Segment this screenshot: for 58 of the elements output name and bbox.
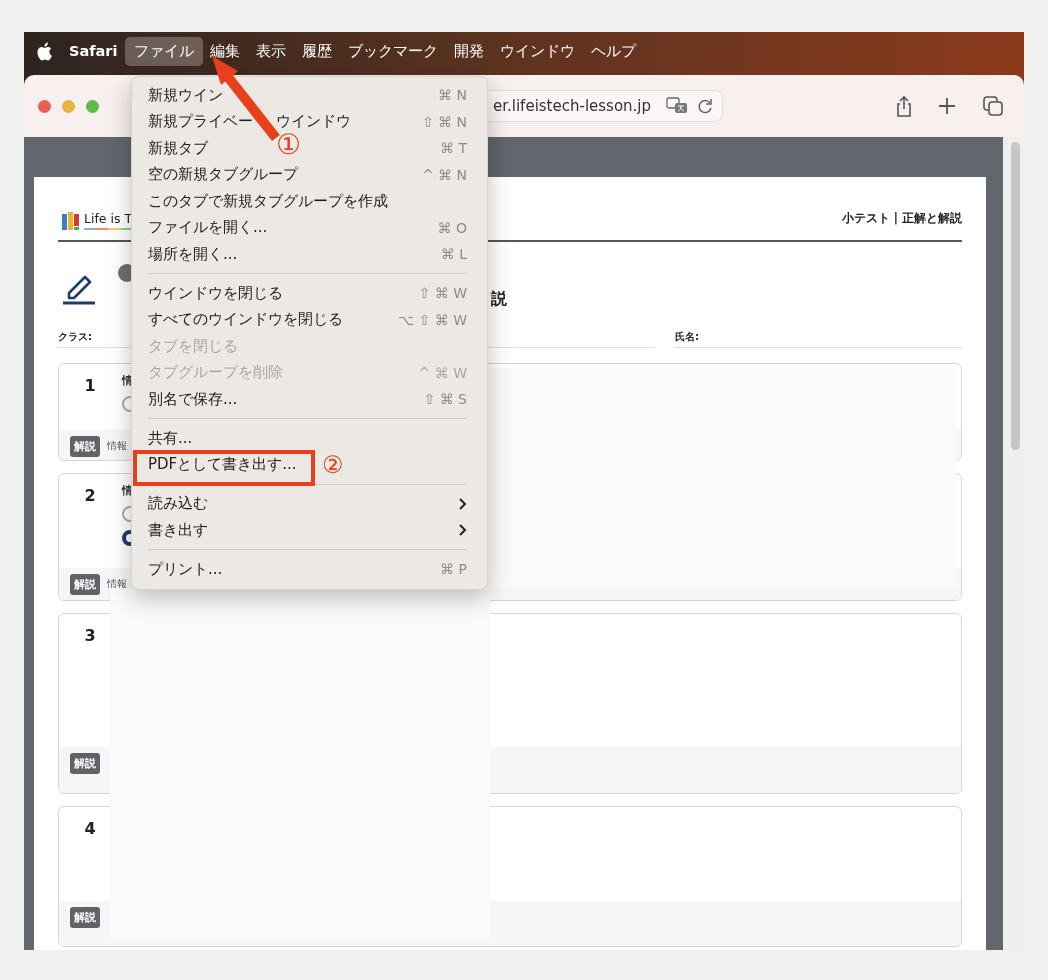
menu-item[interactable]: すべてのウインドウを閉じる [148, 310, 343, 330]
annotation-number: ② [322, 452, 344, 477]
menu-bar-item[interactable]: ブックマーク [339, 36, 448, 66]
menu-item[interactable]: 空の新規タブグループ [148, 165, 298, 185]
menu-item[interactable]: 書き出す [148, 520, 208, 540]
shortcut-text: ⇧ ⌘ S [423, 391, 467, 408]
menu-item[interactable]: このタブで新規タブグループを作成 [148, 191, 388, 211]
menu-item-fragment[interactable]: ウインドウ [276, 112, 351, 132]
menu-item[interactable]: 別名で保存... [148, 389, 238, 409]
menu-bar-item[interactable]: 開発 [445, 36, 494, 66]
annotation-number: ① [276, 131, 302, 159]
shortcut-text: ⌘ L [440, 246, 467, 263]
shortcut-text: ^ ⌘ N [421, 166, 467, 183]
menu-item[interactable]: PDFとして書き出す... [148, 455, 297, 475]
new-tab-icon[interactable] [936, 95, 958, 117]
menu-bar-item[interactable]: 編集 [201, 36, 250, 66]
explanation-text: 情報 [107, 577, 127, 591]
question-number: 2 [83, 485, 97, 507]
shortcut-text: ⌘ T [440, 140, 467, 157]
explanation-label: 解説 [70, 436, 100, 457]
menu-bar-item[interactable]: ヘルプ [582, 36, 646, 66]
menu-bar-item[interactable]: ファイル [125, 36, 204, 66]
apple-icon[interactable] [36, 41, 52, 61]
menu-bar-item[interactable]: ウインドウ [491, 36, 585, 66]
tabs-overview-icon[interactable] [982, 95, 1004, 117]
question-number: 4 [83, 818, 97, 840]
scroll-thumb[interactable] [1011, 142, 1020, 450]
menu-item[interactable]: 新規ウイン [148, 85, 223, 105]
chevron-icon [458, 496, 467, 511]
menu-item[interactable]: 読み込む [148, 494, 208, 514]
menu-item[interactable]: 新規プライベー [148, 112, 253, 132]
menu-bar-item[interactable]: 履歴 [293, 36, 342, 66]
shortcut-text: ⌘ P [440, 561, 467, 578]
page-title: 説 [491, 289, 507, 310]
shortcut-text: ⌘ N [438, 87, 467, 104]
explanation-label: 解説 [70, 574, 100, 595]
shortcut-text: ⇧ ⌘ W [418, 285, 467, 302]
menu-item[interactable]: 場所を開く... [148, 244, 238, 264]
shortcut-text: ⌘ O [437, 219, 467, 236]
question-number: 1 [83, 375, 97, 397]
explanation-label: 解説 [70, 907, 100, 928]
menu-item[interactable]: ウインドウを閉じる [148, 283, 283, 303]
menu-item[interactable]: ファイルを開く... [148, 218, 268, 238]
app-menu[interactable]: Safari [69, 43, 118, 59]
menu-item[interactable]: 新規タブ [148, 138, 208, 158]
shortcut-text: ⌥ ⇧ ⌘ W [397, 311, 467, 328]
explanation-label: 解説 [70, 753, 100, 774]
question-number: 3 [83, 625, 97, 647]
explanation-text: 情報 [107, 439, 127, 453]
menu-item[interactable]: プリント... [148, 559, 223, 579]
logo-icon [62, 211, 80, 230]
close-button[interactable] [38, 99, 51, 113]
menu-item[interactable]: 共有... [148, 428, 193, 448]
menu-bar-item[interactable]: 表示 [247, 36, 296, 66]
name-field[interactable]: 氏名: [675, 328, 962, 348]
chevron-icon [458, 523, 467, 538]
shortcut-text: ^ ⌘ W [418, 364, 467, 381]
header-title: 小テスト | 正解と解説 [841, 211, 962, 226]
